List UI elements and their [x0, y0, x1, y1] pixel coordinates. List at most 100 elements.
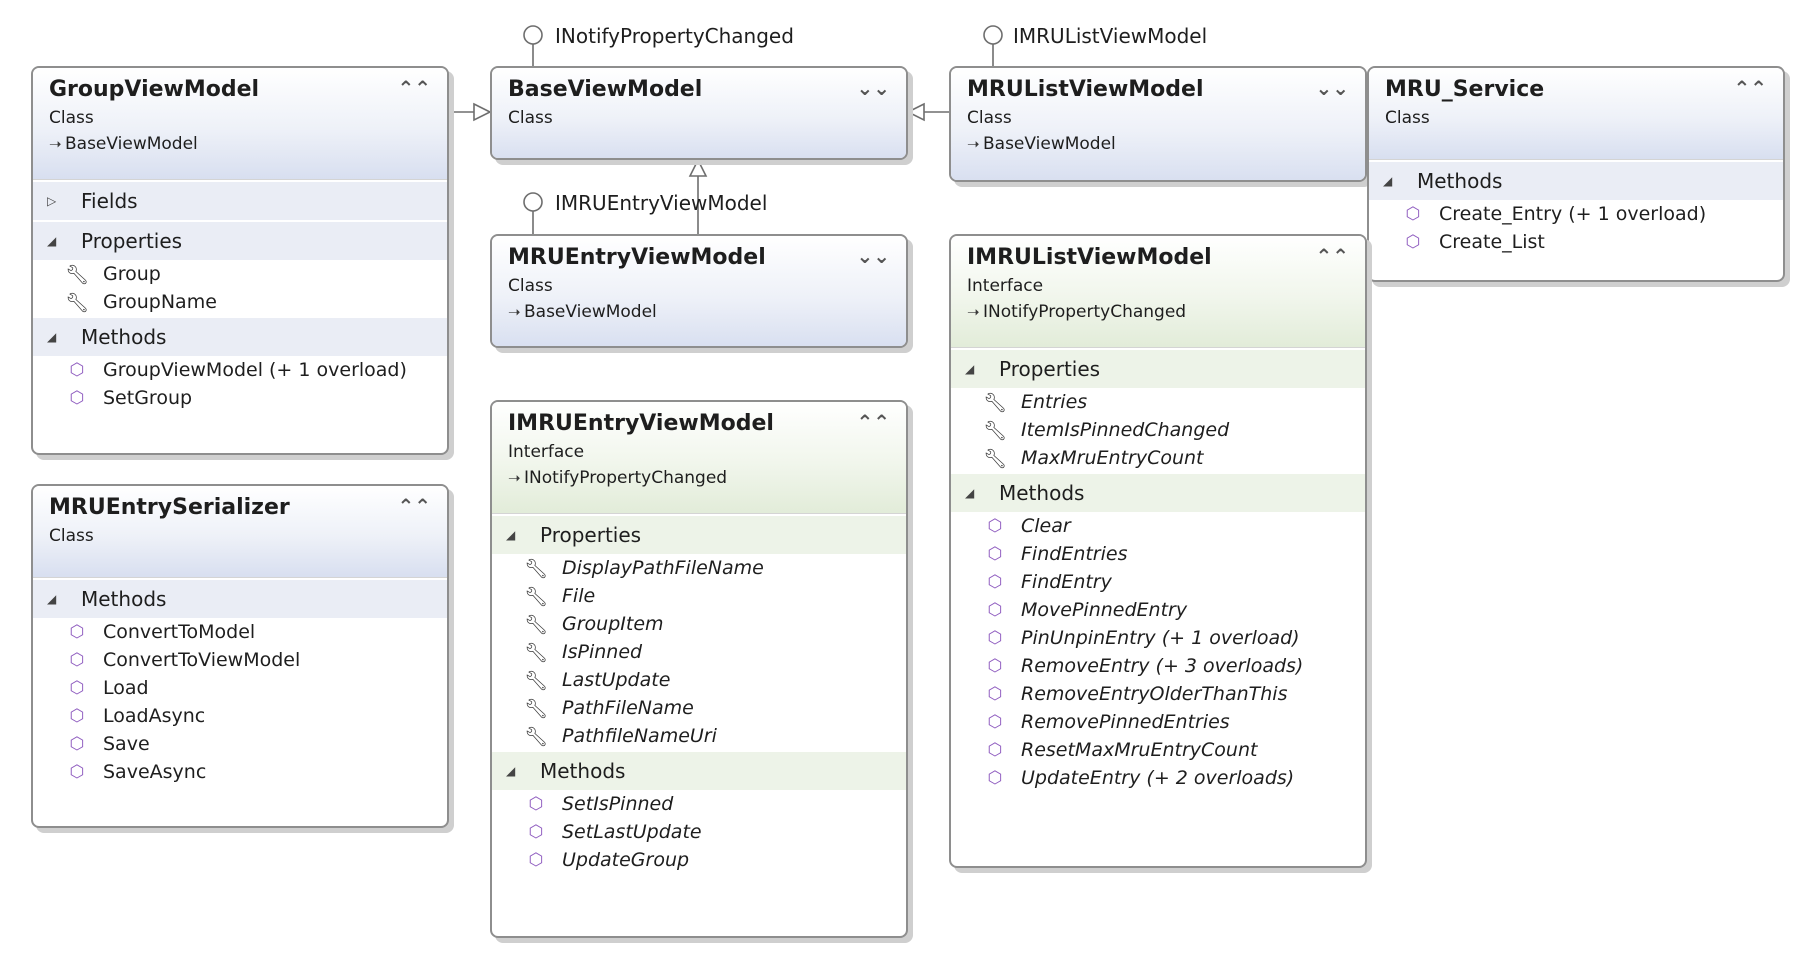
section-methods[interactable]: ◢ Methods	[1369, 162, 1783, 200]
class-name: BaseViewModel	[508, 77, 703, 102]
box-baseviewmodel[interactable]: BaseViewModel Class ⌄⌄	[490, 66, 908, 160]
cube-icon: ⬡	[987, 740, 1003, 760]
member-property[interactable]: 🔧︎ DisplayPathFileName	[492, 554, 906, 582]
member-method[interactable]: ⬡ Create_List	[1369, 228, 1783, 256]
member-property[interactable]: 🔧︎ PathfileNameUri	[492, 722, 906, 750]
box-mrulistviewmodel[interactable]: MRUListViewModel Class ➝ BaseViewModel ⌄⌄	[949, 66, 1367, 182]
member-method[interactable]: ⬡ SetLastUpdate	[492, 818, 906, 846]
member-method[interactable]: ⬡ SetIsPinned	[492, 790, 906, 818]
section-properties[interactable]: ◢ Properties	[492, 516, 906, 554]
box-mruentryserializer[interactable]: MRUEntrySerializer Class ⌃⌃ ◢ Methods ⬡ Co…	[31, 484, 449, 828]
member-property[interactable]: 🔧︎ File	[492, 582, 906, 610]
member-property[interactable]: 🔧︎ GroupItem	[492, 610, 906, 638]
member-label: Load	[103, 677, 149, 699]
box-groupviewmodel[interactable]: GroupViewModel Class ➝ BaseViewModel ⌃⌃ ▷…	[31, 66, 449, 455]
member-property[interactable]: 🔧︎ LastUpdate	[492, 666, 906, 694]
class-name: MRUEntrySerializer	[49, 495, 290, 520]
class-kind: Class	[508, 108, 553, 128]
member-method[interactable]: ⬡ SaveAsync	[33, 758, 447, 786]
box-header: MRUEntryViewModel Class ➝ BaseViewModel ⌄…	[492, 236, 906, 346]
member-label: File	[562, 585, 596, 607]
member-label: PinUnpinEntry (+ 1 overload)	[1021, 627, 1300, 649]
cube-icon: ⬡	[528, 850, 544, 870]
lollipop-inotify	[523, 25, 543, 68]
cube-icon: ⬡	[69, 706, 85, 726]
member-method[interactable]: ⬡ Clear	[951, 512, 1365, 540]
member-property[interactable]: 🔧︎ MaxMruEntryCount	[951, 444, 1365, 472]
member-method[interactable]: ⬡ ConvertToModel	[33, 618, 447, 646]
expand-toggle-icon[interactable]: ⌄⌄	[856, 246, 890, 266]
collapse-toggle-icon[interactable]: ⌃⌃	[1315, 246, 1349, 266]
cube-icon: ⬡	[987, 768, 1003, 788]
member-method[interactable]: ⬡ GroupViewModel (+ 1 overload)	[33, 356, 447, 384]
collapse-toggle-icon[interactable]: ⌃⌃	[856, 412, 890, 432]
section-methods[interactable]: ◢ Methods	[492, 752, 906, 790]
section-methods[interactable]: ◢ Methods	[951, 474, 1365, 512]
collapse-toggle-icon[interactable]: ⌃⌃	[397, 496, 431, 516]
member-method[interactable]: ⬡ RemovePinnedEntries	[951, 708, 1365, 736]
member-method[interactable]: ⬡ RemoveEntry (+ 3 overloads)	[951, 652, 1365, 680]
member-label: LoadAsync	[103, 705, 206, 727]
member-method[interactable]: ⬡ UpdateEntry (+ 2 overloads)	[951, 764, 1365, 792]
cube-icon: ⬡	[528, 794, 544, 814]
box-imrulistviewmodel[interactable]: IMRUListViewModel Interface ➝ INotifyProp…	[949, 234, 1367, 868]
wrench-icon: 🔧︎	[983, 391, 1008, 414]
base-type: ➝ BaseViewModel	[508, 299, 890, 325]
collapse-toggle-icon[interactable]: ⌃⌃	[1733, 78, 1767, 98]
member-property[interactable]: 🔧︎ Entries	[951, 388, 1365, 416]
member-label: RemoveEntry (+ 3 overloads)	[1021, 655, 1304, 677]
member-property[interactable]: 🔧︎ Group	[33, 260, 447, 288]
member-property[interactable]: 🔧︎ ItemIsPinnedChanged	[951, 416, 1365, 444]
member-method[interactable]: ⬡ FindEntries	[951, 540, 1365, 568]
expand-toggle-icon[interactable]: ⌄⌄	[856, 78, 890, 98]
triangle-expanded-icon: ◢	[506, 528, 516, 542]
member-property[interactable]: 🔧︎ GroupName	[33, 288, 447, 316]
lollipop-label-inotify: INotifyPropertyChanged	[555, 24, 794, 48]
triangle-expanded-icon: ◢	[47, 234, 57, 248]
wrench-icon: 🔧︎	[65, 291, 90, 314]
interface-kind: Interface	[967, 276, 1044, 296]
member-label: ConvertToModel	[103, 621, 256, 643]
cube-icon: ⬡	[987, 600, 1003, 620]
arrow-right-icon: ➝	[508, 303, 521, 321]
section-methods[interactable]: ◢ Methods	[33, 580, 447, 618]
member-method[interactable]: ⬡ Create_Entry (+ 1 overload)	[1369, 200, 1783, 228]
member-method[interactable]: ⬡ ResetMaxMruEntryCount	[951, 736, 1365, 764]
member-label: RemoveEntryOlderThanThis	[1021, 683, 1288, 705]
member-method[interactable]: ⬡ ConvertToViewModel	[33, 646, 447, 674]
member-method[interactable]: ⬡ Save	[33, 730, 447, 758]
member-method[interactable]: ⬡ UpdateGroup	[492, 846, 906, 874]
member-method[interactable]: ⬡ PinUnpinEntry (+ 1 overload)	[951, 624, 1365, 652]
section-properties[interactable]: ◢ Properties	[33, 222, 447, 260]
member-property[interactable]: 🔧︎ IsPinned	[492, 638, 906, 666]
class-name: GroupViewModel	[49, 77, 260, 102]
member-method[interactable]: ⬡ SetGroup	[33, 384, 447, 412]
member-method[interactable]: ⬡ LoadAsync	[33, 702, 447, 730]
cube-icon: ⬡	[1405, 232, 1421, 252]
class-kind: Class	[49, 108, 94, 128]
cube-icon: ⬡	[69, 650, 85, 670]
collapse-toggle-icon[interactable]: ⌃⌃	[397, 78, 431, 98]
expand-toggle-icon[interactable]: ⌄⌄	[1315, 78, 1349, 98]
interface-name: IMRUListViewModel	[967, 245, 1212, 270]
lollipop-imrulist	[983, 25, 1003, 68]
member-method[interactable]: ⬡ RemoveEntryOlderThanThis	[951, 680, 1365, 708]
member-method[interactable]: ⬡ Load	[33, 674, 447, 702]
section-methods[interactable]: ◢ Methods	[33, 318, 447, 356]
member-label: GroupName	[103, 291, 217, 313]
section-label: Methods	[81, 587, 167, 611]
arrow-right-icon: ➝	[508, 469, 521, 487]
box-mru-service[interactable]: MRU_Service Class ⌃⌃ ◢ Methods ⬡ Create_En…	[1367, 66, 1785, 282]
section-fields[interactable]: ▷ Fields	[33, 182, 447, 220]
wrench-icon: 🔧︎	[524, 697, 549, 720]
wrench-icon: 🔧︎	[524, 585, 549, 608]
section-properties[interactable]: ◢ Properties	[951, 350, 1365, 388]
member-method[interactable]: ⬡ FindEntry	[951, 568, 1365, 596]
member-property[interactable]: 🔧︎ PathFileName	[492, 694, 906, 722]
box-imruentryviewmodel[interactable]: IMRUEntryViewModel Interface ➝ INotifyPro…	[490, 400, 908, 938]
member-label: FindEntry	[1021, 571, 1112, 593]
member-method[interactable]: ⬡ MovePinnedEntry	[951, 596, 1365, 624]
triangle-collapsed-icon: ▷	[47, 194, 57, 208]
member-label: LastUpdate	[562, 669, 671, 691]
box-mruentryviewmodel[interactable]: MRUEntryViewModel Class ➝ BaseViewModel ⌄…	[490, 234, 908, 348]
